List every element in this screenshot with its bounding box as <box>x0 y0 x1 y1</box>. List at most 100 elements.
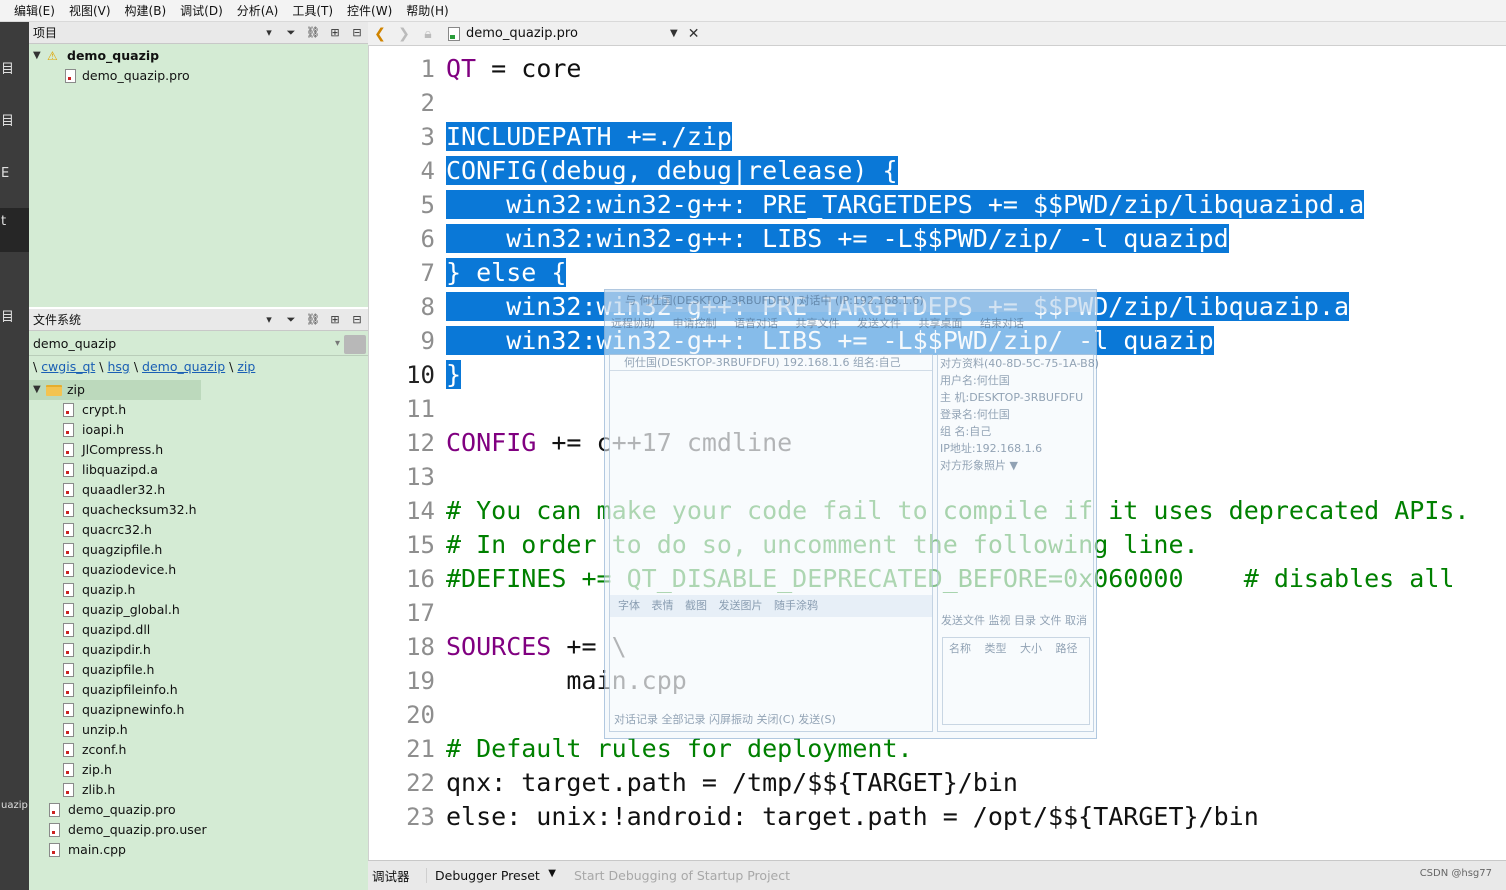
filter-icon[interactable]: ⏷ <box>280 310 302 330</box>
zip-file-row[interactable]: quaziodevice.h <box>29 560 368 580</box>
zip-file-row[interactable]: quacrc32.h <box>29 520 368 540</box>
zip-file-row[interactable]: JlCompress.h <box>29 440 368 460</box>
filter-icon[interactable]: ⏷ <box>280 23 302 43</box>
crumb-cwgis-qt[interactable]: cwgis_qt <box>41 359 95 374</box>
projects-pane-title: 项目 <box>33 26 58 40</box>
expand-arrow-icon[interactable]: ▼ <box>33 46 41 66</box>
mode-welcome-label: 目 <box>1 62 15 77</box>
code-line[interactable]: else: unix:!android: target.path = /opt/… <box>446 800 1506 834</box>
debugger-preset-select[interactable]: Debugger Preset ▼ <box>426 868 566 883</box>
zip-file-row[interactable]: zlib.h <box>29 780 368 800</box>
zip-file-row[interactable]: unzip.h <box>29 720 368 740</box>
zip-file-row[interactable]: quazip_global.h <box>29 600 368 620</box>
view-select-arrow-icon[interactable]: ▾ <box>258 23 280 43</box>
chat-format-bar[interactable]: 字体 表情 截图 发送图片 随手涂鸦 <box>610 595 932 617</box>
chat-window-overlay[interactable]: 与 何仕国(DESKTOP-3RBUFDFU) 对话中 (IP:192.168.… <box>604 289 1099 739</box>
close-pane-icon[interactable]: ⊟ <box>346 310 368 330</box>
menu-analyze[interactable]: 分析(A) <box>237 2 279 19</box>
menu-widgets[interactable]: 控件(W) <box>347 2 392 19</box>
code-line[interactable] <box>446 86 1506 120</box>
chat-action-bar[interactable]: 对话记录 全部记录 闪屏振动 关闭(C) 发送(S) <box>610 709 932 731</box>
mode-edit[interactable]: 目 <box>0 108 29 152</box>
menu-debug[interactable]: 调试(D) <box>180 2 223 19</box>
zip-file-row[interactable]: quagzipfile.h <box>29 540 368 560</box>
file-label: unzip.h <box>82 722 128 737</box>
chat-toolbar[interactable]: 远程协助 申请控制 语音对话 共享文件 发送文件 共享桌面 结束对话 <box>605 312 1096 336</box>
project-root-row[interactable]: ▼ ⚠ demo_quazip <box>29 46 368 66</box>
peer-info-4: 组 名:自己 <box>940 425 992 438</box>
root-file-row[interactable]: demo_quazip.pro.user <box>29 820 368 840</box>
code-line[interactable]: QT = core <box>446 52 1506 86</box>
header-file-icon <box>63 583 74 597</box>
folder-row-zip[interactable]: ▼ zip <box>29 380 201 400</box>
zip-file-row[interactable]: quaadler32.h <box>29 480 368 500</box>
close-document-icon[interactable]: ✕ <box>688 26 700 42</box>
mode-debug[interactable]: t <box>0 208 29 252</box>
root-file-row[interactable]: main.cpp <box>29 840 368 860</box>
project-file-row[interactable]: demo_quazip.pro <box>29 66 368 86</box>
code-line-text: CONFIG(debug, debug|release) { <box>446 156 898 185</box>
line-number: 10 <box>406 361 435 389</box>
filesystem-pane-title: 文件系统 <box>33 313 82 327</box>
code-line[interactable]: CONFIG(debug, debug|release) { <box>446 154 1506 188</box>
code-editor[interactable]: 1 2 3 4 5 6 7 8 9 10 11 12 13 14 15 16 17 18 19 20 21 22 23 QT… <box>368 46 1506 860</box>
crumb-zip[interactable]: zip <box>237 359 255 374</box>
directory-combo[interactable]: demo_quazip ▾ <box>29 334 368 356</box>
folder-icon <box>46 385 62 396</box>
peer-photo-toggle[interactable]: 对方形象照片 ▼ <box>938 457 1093 474</box>
start-debugging-button[interactable]: Start Debugging of Startup Project <box>566 868 790 883</box>
mode-edit-label: 目 <box>1 114 15 129</box>
zip-file-row[interactable]: quazipnewinfo.h <box>29 700 368 720</box>
zip-file-row[interactable]: quazipfile.h <box>29 660 368 680</box>
menu-view[interactable]: 视图(V) <box>69 2 111 19</box>
link-icon[interactable]: ⛓ <box>302 23 324 43</box>
menu-build[interactable]: 构建(B) <box>125 2 167 19</box>
code-line[interactable]: win32:win32-g++: LIBS += -L$$PWD/zip/ -l… <box>446 222 1506 256</box>
debugger-bar: 调试器 Debugger Preset ▼ Start Debugging of… <box>368 860 1506 890</box>
zip-file-row[interactable]: zip.h <box>29 760 368 780</box>
menu-tools[interactable]: 工具(T) <box>292 2 333 19</box>
line-number: 16 <box>406 565 435 593</box>
mode-design[interactable]: E <box>0 160 29 204</box>
header-file-icon <box>63 643 74 657</box>
split-icon[interactable]: ⊞ <box>324 310 346 330</box>
zip-file-row[interactable]: quazipfileinfo.h <box>29 680 368 700</box>
file-label: zconf.h <box>82 742 127 757</box>
back-arrow-icon[interactable]: ❮ <box>368 26 392 42</box>
crumb-hsg[interactable]: hsg <box>107 359 129 374</box>
file-label: quaziodevice.h <box>82 562 177 577</box>
file-transfer-tabs[interactable]: 发送文件 监视 目录 文件 取消 <box>938 611 1093 631</box>
zip-file-row[interactable]: libquazipd.a <box>29 460 368 480</box>
kit-selector[interactable]: uazip <box>0 792 29 836</box>
home-button[interactable] <box>344 335 366 354</box>
zip-file-row[interactable]: ioapi.h <box>29 420 368 440</box>
menu-help[interactable]: 帮助(H) <box>406 2 448 19</box>
split-icon[interactable]: ⊞ <box>324 23 346 43</box>
zip-file-row[interactable]: quachecksum32.h <box>29 500 368 520</box>
zip-file-row[interactable]: quazipdir.h <box>29 640 368 660</box>
code-line[interactable]: INCLUDEPATH +=./zip <box>446 120 1506 154</box>
header-file-icon <box>63 703 74 717</box>
zip-file-row[interactable]: zconf.h <box>29 740 368 760</box>
view-select-arrow-icon[interactable]: ▾ <box>258 310 280 330</box>
mode-projects[interactable]: 目 <box>0 304 29 348</box>
chat-message-area[interactable]: 何仕国(DESKTOP-3RBUFDFU) 192.168.1.6 组名:自己 … <box>609 354 933 732</box>
expand-arrow-icon[interactable]: ▼ <box>33 380 41 400</box>
mode-welcome[interactable]: 目 <box>0 56 29 100</box>
zip-file-row[interactable]: quazip.h <box>29 580 368 600</box>
code-line[interactable]: } else { <box>446 256 1506 290</box>
crumb-demo-quazip[interactable]: demo_quazip <box>142 359 225 374</box>
file-transfer-list: 名称 类型 大小 路径 <box>942 637 1090 725</box>
zip-file-row[interactable]: quazipd.dll <box>29 620 368 640</box>
header-file-icon <box>63 543 74 557</box>
close-pane-icon[interactable]: ⊟ <box>346 23 368 43</box>
code-line[interactable]: win32:win32-g++: PRE_TARGETDEPS += $$PWD… <box>446 188 1506 222</box>
link-icon[interactable]: ⛓ <box>302 310 324 330</box>
open-document-name[interactable]: demo_quazip.pro <box>466 26 670 41</box>
zip-file-row[interactable]: crypt.h <box>29 400 368 420</box>
chevron-down-icon[interactable]: ▼ <box>670 28 678 39</box>
menu-edit[interactable]: 编辑(E) <box>14 2 55 19</box>
forward-arrow-icon[interactable]: ❯ <box>392 26 416 42</box>
code-line[interactable]: qnx: target.path = /tmp/$${TARGET}/bin <box>446 766 1506 800</box>
root-file-row[interactable]: demo_quazip.pro <box>29 800 368 820</box>
